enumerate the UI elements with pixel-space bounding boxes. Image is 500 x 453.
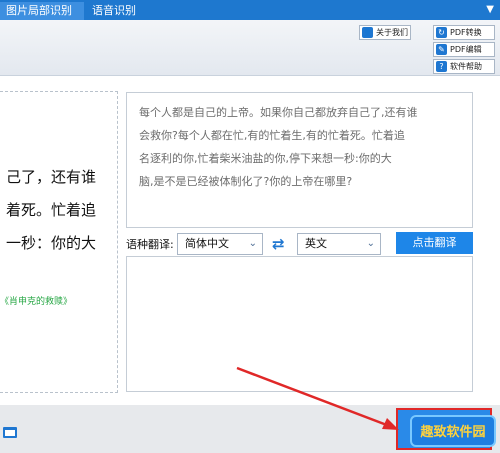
help-button[interactable]: ? 软件帮助 — [433, 59, 495, 74]
translation-label: 语种翻译: — [126, 238, 174, 251]
source-language-value: 简体中文 — [185, 237, 229, 250]
tab-speech-recognition[interactable]: 语音识别 — [86, 2, 148, 20]
tab-image-partial-ocr[interactable]: 图片局部识别 — [0, 2, 84, 20]
chevron-down-icon: ⌄ — [366, 238, 375, 249]
help-label: 软件帮助 — [450, 62, 482, 71]
translation-output-textbox[interactable] — [126, 256, 473, 392]
preview-link-text: 《肖申克的救赎》 — [0, 297, 73, 307]
about-us-label: 关于我们 — [376, 28, 408, 37]
help-icon: ? — [436, 61, 447, 72]
ocr-line-3: 名逐利的你,忙着柴米油盐的你,停下来想一秒:你的大 — [139, 152, 392, 165]
pdf-convert-label: PDF转换 — [450, 28, 482, 37]
pdf-edit-label: PDF编辑 — [450, 45, 482, 54]
chevron-down-icon: ⌄ — [248, 238, 257, 249]
about-us-button[interactable]: 👤 关于我们 — [359, 25, 411, 40]
translation-row: 语种翻译: 简体中文 ⌄ ⇄ 英文 ⌄ 点击翻译 — [126, 232, 496, 255]
translate-button[interactable]: 点击翻译 — [396, 232, 473, 254]
ocr-result-textbox[interactable]: 每个人都是自己的上帝。如果你自己都放弃自己了,还有谁 会救你?每个人都在忙,有的… — [126, 92, 473, 228]
ocr-line-2: 会救你?每个人都在忙,有的忙着生,有的忙着死。忙着追 — [139, 129, 405, 142]
preview-line-2: 着死。忙着追 — [6, 201, 97, 219]
swap-languages-icon[interactable]: ⇄ — [272, 235, 285, 253]
pdf-convert-button[interactable]: ↻ PDF转换 — [433, 25, 495, 40]
edit-icon: ✎ — [436, 44, 447, 55]
folder-icon[interactable] — [3, 427, 17, 438]
toolbar — [0, 20, 500, 76]
tab-bar: 图片局部识别 语音识别 ▼ — [0, 0, 500, 20]
preview-line-3: 一秒：你的大 — [6, 234, 97, 252]
source-language-select[interactable]: 简体中文 ⌄ — [177, 233, 263, 255]
pdf-edit-button[interactable]: ✎ PDF编辑 — [433, 42, 495, 57]
watermark-logo: 趣致软件园 — [410, 415, 496, 447]
dropdown-arrow-icon[interactable]: ▼ — [486, 4, 494, 15]
ocr-line-1: 每个人都是自己的上帝。如果你自己都放弃自己了,还有谁 — [139, 106, 418, 119]
target-language-value: 英文 — [305, 237, 327, 250]
refresh-icon: ↻ — [436, 27, 447, 38]
preview-line-1: 己了，还有谁 — [6, 168, 97, 186]
user-icon: 👤 — [362, 27, 373, 38]
target-language-select[interactable]: 英文 ⌄ — [297, 233, 381, 255]
image-preview-panel[interactable]: 己了，还有谁 着死。忙着追 一秒：你的大 《肖申克的救赎》 — [0, 91, 118, 393]
ocr-line-4: 脑,是不是已经被体制化了?你的上帝在哪里? — [139, 175, 353, 188]
